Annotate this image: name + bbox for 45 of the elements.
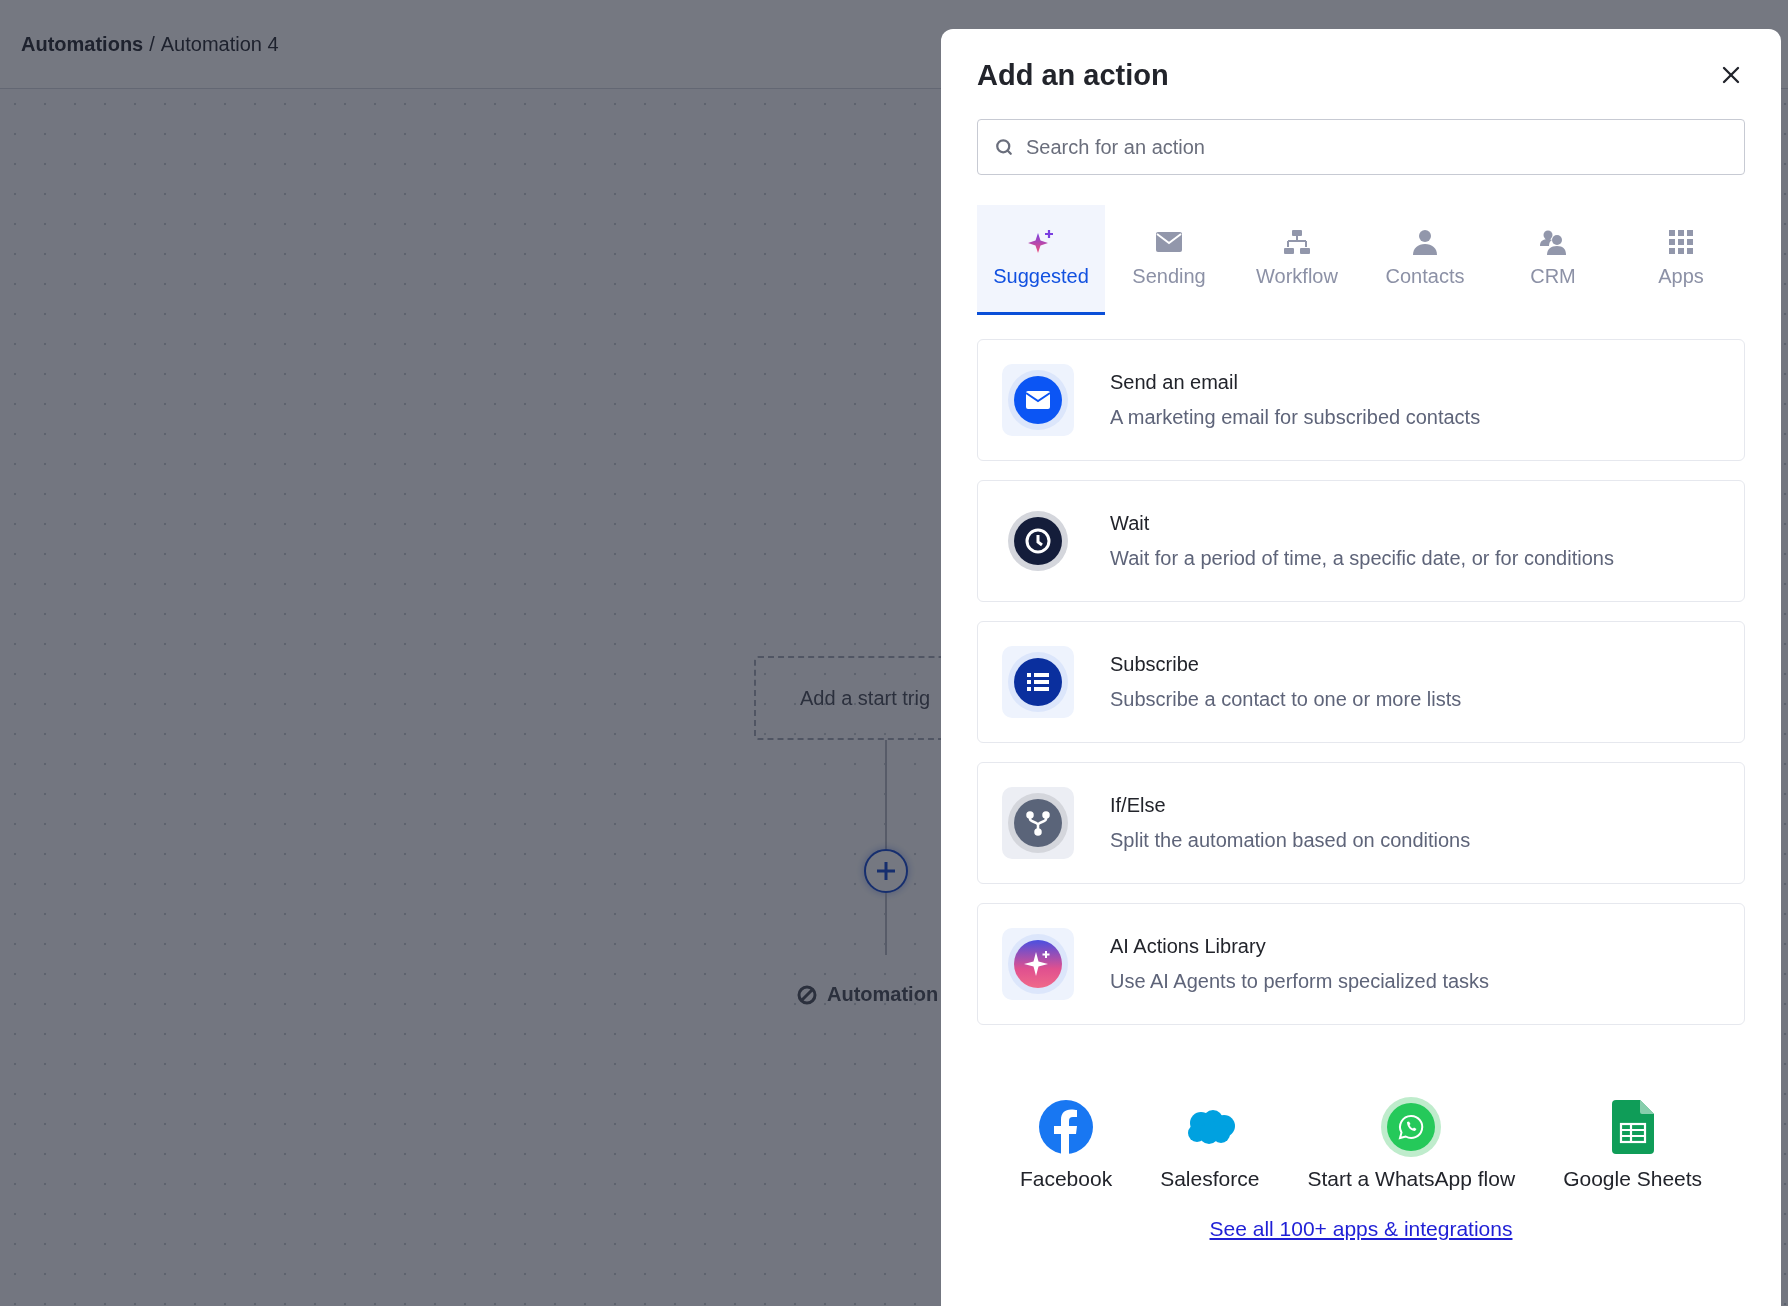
action-description: Use AI Agents to perform specialized tasks [1110,970,1490,993]
search-field[interactable]: Search for an action [977,119,1745,175]
action-description: Split the automation based on conditions [1110,829,1471,852]
clock-icon [1008,511,1068,571]
app-shortcut[interactable]: Facebook [1019,1097,1113,1191]
app-shortcut[interactable]: Start a WhatsApp flow [1307,1097,1516,1191]
list-icon [1008,652,1068,712]
page-title: Automation 4 [160,32,279,56]
flowchart-icon [1284,229,1310,255]
spreadsheet-logo-icon [1611,1100,1654,1154]
sparkle-icon [1008,934,1068,994]
breadcrumb-separator: / [149,32,155,56]
status-label: Automation [827,983,939,1006]
category-tab[interactable]: Suggested [977,205,1105,315]
integrations-link[interactable]: See all 100+ apps & integrations [1209,1217,1513,1241]
action-title: Subscribe [1110,653,1200,676]
branch-icon [1008,793,1068,853]
people-icon [1540,229,1566,255]
grid-icon [1668,229,1694,255]
action-card[interactable]: Subscribe Subscribe a contact to one or more lists [977,621,1745,743]
action-title: Send an email [1110,371,1239,394]
chat-bubble-logo-icon [1381,1097,1442,1157]
action-title: AI Actions Library [1110,935,1267,958]
search-icon [995,138,1013,156]
app-shortcut[interactable]: Google Sheets [1563,1097,1703,1191]
facebook-logo-icon [1039,1100,1094,1154]
action-description: Subscribe a contact to one or more lists [1110,688,1462,711]
add-step-button[interactable] [864,849,908,893]
action-title: Wait [1110,512,1151,535]
app-shortcut[interactable]: Salesforce [1160,1097,1260,1191]
plus-icon [875,860,897,882]
sparkle-icon [1028,229,1054,255]
action-description: A marketing email for subscribed contacts [1110,406,1481,429]
action-description: Wait for a period of time, a specific date, or for conditions [1110,547,1614,570]
envelope-icon [1008,370,1068,430]
envelope-icon [1156,229,1182,255]
person-icon [1412,229,1438,255]
breadcrumb-link[interactable]: Automations [21,32,144,56]
action-card[interactable]: Wait Wait for a period of time, a specific date, or for conditions [977,480,1745,602]
blocked-icon [797,984,817,1005]
dialog-title: Add an action [977,58,1169,92]
action-title: If/Else [1110,794,1167,817]
action-card[interactable]: AI Actions Library Use AI Agents to perform specialized tasks [977,903,1745,1025]
action-card[interactable]: If/Else Split the automation based on conditions [977,762,1745,884]
action-card[interactable]: Send an email A marketing email for subscribed contacts [977,339,1745,461]
